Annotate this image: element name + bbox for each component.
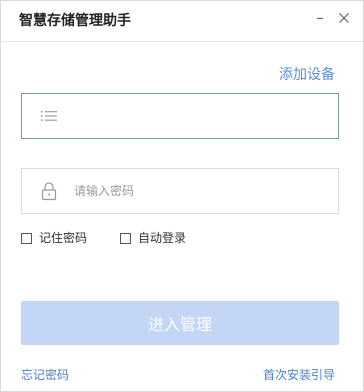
enter-management-button[interactable]: 进入管理 — [21, 301, 339, 345]
minimize-icon — [317, 17, 323, 20]
lock-icon — [39, 181, 59, 201]
password-field[interactable] — [21, 168, 339, 214]
password-input[interactable] — [74, 169, 324, 213]
title-bar: 智慧存储管理助手 — [1, 1, 363, 42]
remember-password-checkbox[interactable]: 记住密码 — [21, 230, 87, 246]
list-icon — [39, 106, 59, 126]
remember-password-label: 记住密码 — [39, 231, 88, 245]
window-title: 智慧存储管理助手 — [19, 13, 131, 29]
device-selector-field[interactable] — [21, 93, 339, 139]
add-device-link[interactable]: 添加设备 — [279, 65, 335, 85]
app-window: 智慧存储管理助手 添加设备 记住密码 自动登录 进入管理 忘记密码 首次安装引导 — [0, 0, 364, 392]
forgot-password-link[interactable]: 忘记密码 — [21, 367, 69, 383]
auto-login-checkbox[interactable]: 自动登录 — [120, 230, 186, 246]
close-icon — [339, 13, 349, 23]
auto-login-box[interactable] — [120, 232, 131, 244]
close-button[interactable] — [335, 9, 353, 27]
minimize-button[interactable] — [311, 9, 329, 27]
remember-password-box[interactable] — [21, 232, 32, 244]
device-input[interactable] — [74, 94, 324, 138]
auto-login-label: 自动登录 — [138, 231, 187, 245]
install-guide-link[interactable]: 首次安装引导 — [263, 367, 335, 383]
